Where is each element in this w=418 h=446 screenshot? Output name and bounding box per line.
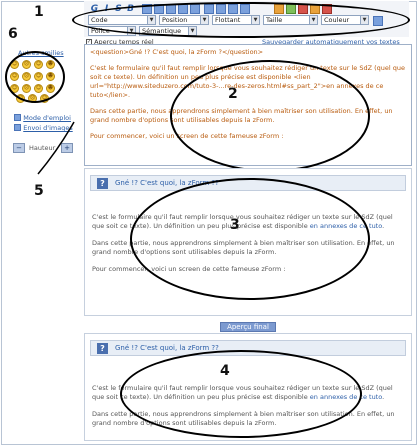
final-preview-title: Gné !? C'est quoi, la zForm ?? <box>115 344 219 352</box>
question-icon: ? <box>97 343 108 354</box>
annotation-ellipse-3 <box>130 178 370 300</box>
final-preview-button[interactable]: Aperçu final <box>220 322 276 332</box>
annotation-ellipse-2 <box>170 60 370 172</box>
upload-icon <box>14 124 21 131</box>
editor-line-question: <question>Gné !? C'est quoi, la zForm ?<… <box>90 48 264 56</box>
annotation-label-2: 2 <box>228 86 238 102</box>
annotation-pointer-5 <box>37 121 75 175</box>
annotation-label-6: 6 <box>8 26 18 42</box>
annotation-label-1: 1 <box>34 4 44 20</box>
question-icon: ? <box>97 178 108 189</box>
decrease-height-button[interactable]: − <box>13 143 25 153</box>
help-icon <box>14 114 21 121</box>
annotation-ellipse-6 <box>5 51 65 103</box>
annotation-ellipse-1 <box>72 2 410 38</box>
annotation-label-5: 5 <box>34 183 44 199</box>
annotation-ellipse-4 <box>120 350 362 438</box>
annotation-label-4: 4 <box>220 363 230 379</box>
annotation-label-3: 3 <box>230 217 240 233</box>
